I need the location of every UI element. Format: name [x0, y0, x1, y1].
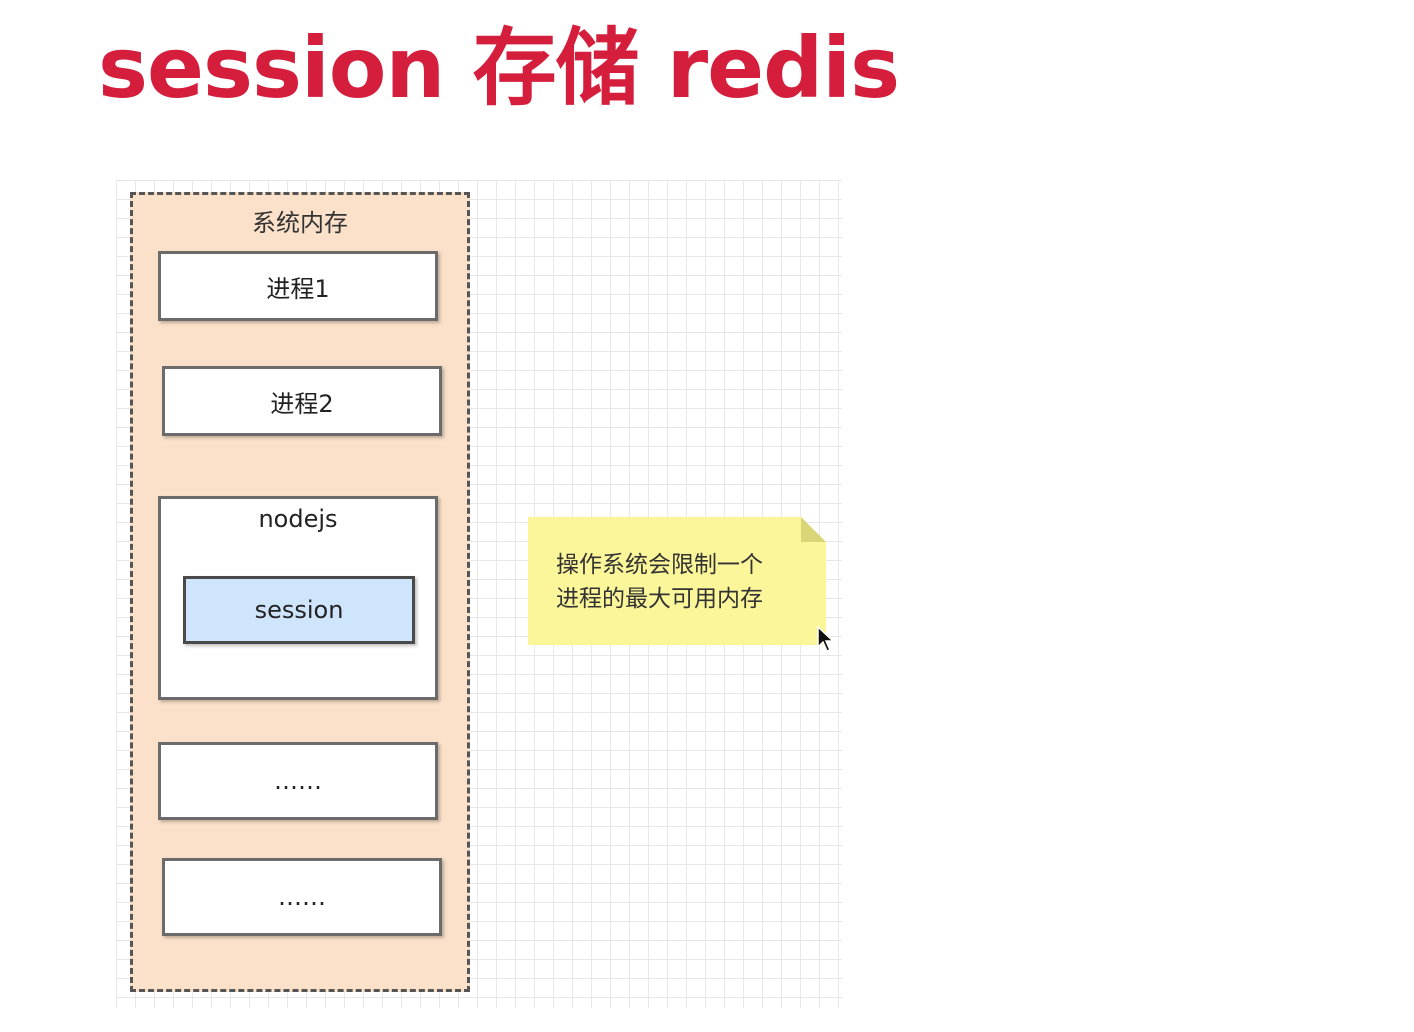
nodejs-label: nodejs — [258, 505, 338, 533]
process-1-box: 进程1 — [158, 251, 438, 321]
system-memory-label: 系统内存 — [252, 209, 348, 237]
process-ellipsis-box-2: …… — [162, 858, 442, 936]
sticky-note-text: 操作系统会限制一个 进程的最大可用内存 — [556, 548, 816, 616]
nodejs-process-box: nodejs session — [158, 496, 438, 700]
slide-title: session 存储 redis — [98, 19, 900, 117]
process-2-box: 进程2 — [162, 366, 442, 436]
note-line-1: 操作系统会限制一个 — [556, 552, 763, 578]
note-line-2: 进程的最大可用内存 — [556, 586, 763, 612]
process-ellipsis-box-1: …… — [158, 742, 438, 820]
mouse-pointer-icon — [817, 626, 835, 652]
session-box: session — [183, 576, 415, 644]
